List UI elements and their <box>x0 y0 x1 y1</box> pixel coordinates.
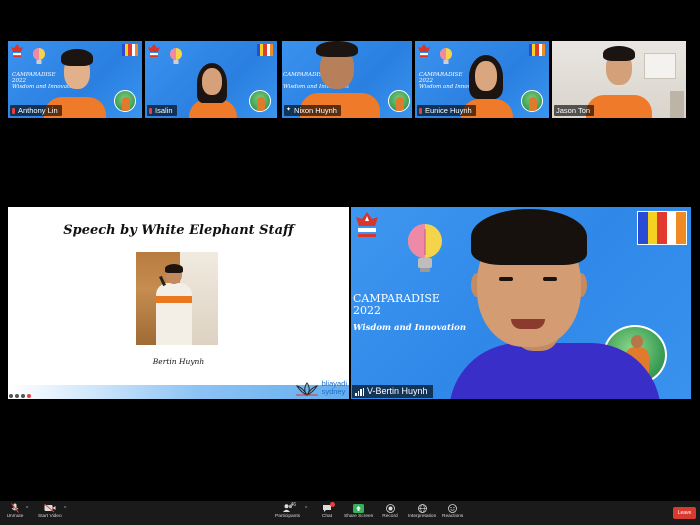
buddhist-flag-icon <box>637 211 687 245</box>
speaker-photo <box>136 252 218 345</box>
speaker-eye <box>543 277 557 281</box>
brand-city: sydney <box>321 387 346 396</box>
chat-unread-badge <box>330 502 335 507</box>
photo-caption: Bertin Huynh <box>152 357 205 366</box>
temple-logo-icon <box>356 212 378 237</box>
video-options-caret[interactable]: ^ <box>64 506 66 512</box>
unmute-button[interactable]: Unmute <box>6 502 24 520</box>
muted-mic-icon <box>149 107 152 114</box>
buddha-emblem-icon <box>114 90 136 112</box>
buddhist-flag-icon <box>529 44 546 56</box>
slide-status-icons <box>9 394 31 398</box>
buddhist-flag-icon <box>122 44 139 56</box>
speaker-hair <box>471 209 587 265</box>
emoji-icon <box>448 503 458 513</box>
participant-name-label: Anthony Lin <box>10 105 62 116</box>
buddha-emblem-icon <box>521 90 543 112</box>
participant-face <box>202 68 222 95</box>
temple-logo-icon <box>148 44 160 57</box>
speaker-eye <box>499 277 513 281</box>
start-video-button[interactable]: Start Video <box>38 502 62 520</box>
share-screen-button[interactable]: Share Screen <box>344 502 373 520</box>
muted-mic-icon <box>12 107 15 114</box>
video-tile[interactable]: CAMPARADISE 2022 Wisdom and Innovation Ant… <box>8 41 142 118</box>
participant-name-label: Eunice Huynh <box>417 105 476 116</box>
door <box>670 91 684 118</box>
interpretation-button[interactable]: Interpretation <box>408 502 436 520</box>
globe-icon <box>417 503 427 513</box>
participant-name-label: Jason Ton <box>554 105 595 116</box>
buddha-emblem-icon <box>388 90 410 112</box>
lightbulb-icon <box>408 224 442 272</box>
leave-button[interactable]: Leave <box>673 507 696 519</box>
chat-button[interactable]: Chat <box>318 502 336 520</box>
lightbulb-icon <box>170 48 182 64</box>
record-button[interactable]: Record <box>381 502 399 520</box>
backdrop-subtitle: Wisdom and Innovation <box>353 323 467 333</box>
lightbulb-icon <box>440 48 452 64</box>
video-tile[interactable]: Jason Ton <box>552 41 686 118</box>
lightbulb-icon <box>33 48 45 64</box>
backdrop-title: CAMPARADISE 2022 <box>353 292 440 317</box>
video-tile[interactable]: Isalin <box>145 41 277 118</box>
reactions-button[interactable]: Reactions <box>442 502 463 520</box>
active-speaker-video[interactable]: CAMPARADISE 2022 Wisdom and Innovation V-… <box>351 207 691 399</box>
participant-shirt <box>586 95 652 118</box>
meeting-toolbar: Unmute ^ Start Video ^ 46 Participants ^… <box>0 501 700 525</box>
audio-level-icon <box>355 387 364 396</box>
temple-logo-icon <box>418 44 430 57</box>
audio-options-caret[interactable]: ^ <box>26 506 28 512</box>
participant-hair <box>61 49 93 66</box>
pin-icon: ✦ <box>286 107 292 113</box>
microphone-off-icon <box>11 503 19 513</box>
shared-screen[interactable]: Speech by White Elephant Staff Bertin Hu… <box>8 207 349 399</box>
participant-name-label: Isalin <box>147 105 177 116</box>
share-screen-icon <box>353 503 365 513</box>
buddhist-flag-icon <box>257 44 274 56</box>
video-tile[interactable]: CAMPARADISE Wisdom and Innovation ✦ Nixon … <box>282 41 412 118</box>
speaker-mouth <box>511 319 545 329</box>
muted-mic-icon <box>419 107 422 114</box>
slide-title: Speech by White Elephant Staff <box>63 223 294 238</box>
lotus-icon <box>295 382 318 396</box>
video-off-icon <box>44 504 56 512</box>
participant-hair <box>316 41 358 57</box>
record-icon <box>385 503 395 513</box>
participant-name-label: ✦ Nixon Huynh <box>284 105 341 116</box>
brand-logo: bliayadi sydney <box>294 380 347 396</box>
participant-face <box>475 61 497 91</box>
temple-logo-icon <box>11 44 23 57</box>
video-tile[interactable]: CAMPARADISE 2022 Wisdom and Innovation Eun… <box>415 41 549 118</box>
speaker-name-label: V-Bertin Huynh <box>352 385 433 398</box>
wall-frame <box>644 53 676 79</box>
participants-options-caret[interactable]: ^ <box>305 506 307 512</box>
participants-button[interactable]: 46 Participants <box>275 502 300 520</box>
buddha-emblem-icon <box>249 90 271 112</box>
participant-hair <box>603 46 635 61</box>
